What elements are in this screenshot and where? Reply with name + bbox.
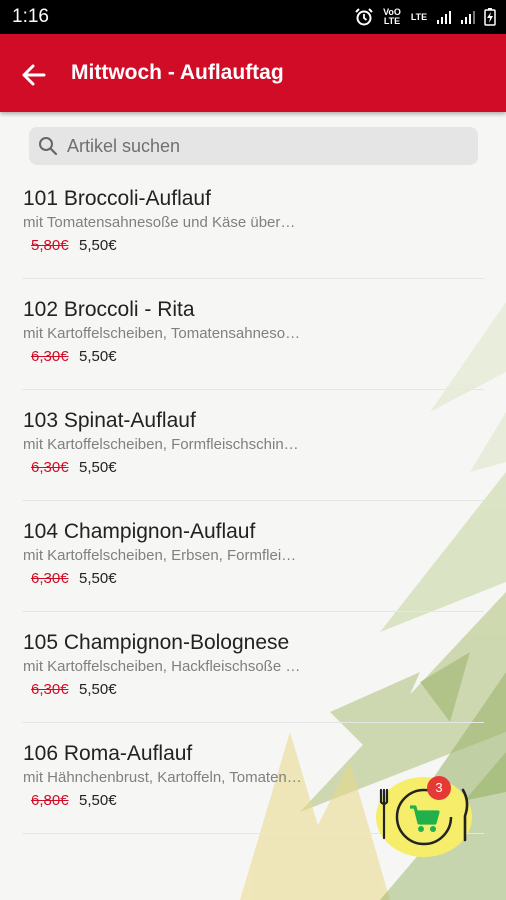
battery-charging-icon [484,8,496,26]
list-item[interactable]: 102 Broccoli - Rita mit Kartoffelscheibe… [0,279,506,390]
item-name: 101 Broccoli-Auflauf [23,187,211,210]
article-list: 101 Broccoli-Auflauf mit Tomatensahnesoß… [0,168,506,834]
signal-icon [437,11,451,24]
search-input[interactable] [67,127,467,165]
item-price: 5,50€ [79,348,117,365]
item-old-price: 6,30€ [31,681,69,698]
page-title: Mittwoch - Auflauftag [71,61,284,84]
cart-count-badge: 3 [427,776,451,800]
item-name: 105 Champignon-Bolognese [23,631,290,654]
item-old-price: 6,80€ [31,792,69,809]
item-old-price: 6,30€ [31,459,69,476]
item-price: 5,50€ [79,570,117,587]
lte-indicator: LTE [410,11,428,22]
item-old-price: 5,80€ [31,237,69,254]
item-description: mit Kartoffelscheiben, Tomatensahnesoße … [23,325,303,342]
status-time: 1:16 [12,6,49,27]
alarm-icon [355,8,373,26]
volte-indicator: VoO LTE [383,7,401,26]
list-item[interactable]: 105 Champignon-Bolognese mit Kartoffelsc… [0,612,506,723]
item-price: 5,50€ [79,681,117,698]
item-name: 103 Spinat-Auflauf [23,409,196,432]
signal-icon-2 [461,11,475,24]
item-name: 104 Champignon-Auflauf [23,520,256,543]
item-price: 5,50€ [79,792,117,809]
search-icon [39,137,58,156]
status-bar: 1:16 VoO LTE LTE [0,0,506,34]
app-bar: Mittwoch - Auflauftag [0,34,506,112]
cart-button[interactable] [369,776,479,858]
list-item[interactable]: 101 Broccoli-Auflauf mit Tomatensahnesoß… [0,168,506,279]
item-price: 5,50€ [79,459,117,476]
item-description: mit Tomatensahnesoße und Käse überbacken [23,214,303,231]
list-item[interactable]: 103 Spinat-Auflauf mit Kartoffelscheiben… [0,390,506,501]
item-description: mit Kartoffelscheiben, Erbsen, Formfleis… [23,547,303,564]
item-description: mit Kartoffelscheiben, Formfleischschink… [23,436,303,453]
list-item[interactable]: 104 Champignon-Auflauf mit Kartoffelsche… [0,501,506,612]
back-arrow-icon[interactable] [18,60,48,90]
item-price: 5,50€ [79,237,117,254]
item-old-price: 6,30€ [31,348,69,365]
search-bar[interactable] [29,127,478,165]
item-description: mit Hähnchenbrust, Kartoffeln, Tomatenso… [23,769,303,786]
item-name: 102 Broccoli - Rita [23,298,195,321]
item-name: 106 Roma-Auflauf [23,742,193,765]
item-description: mit Kartoffelscheiben, Hackfleischsoße u… [23,658,303,675]
item-old-price: 6,30€ [31,570,69,587]
